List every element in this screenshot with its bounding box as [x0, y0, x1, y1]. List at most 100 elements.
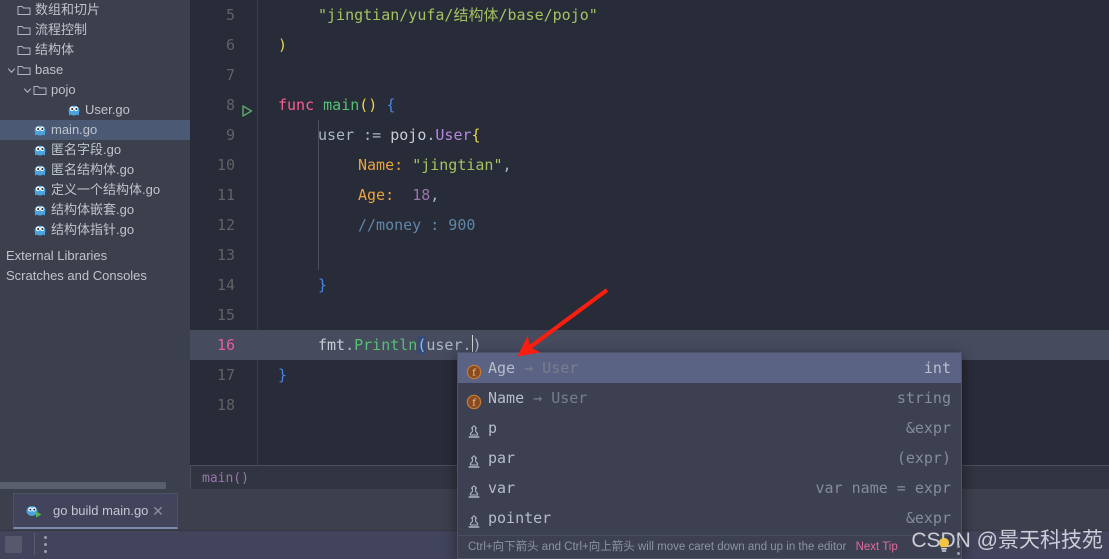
go-file-icon [33, 223, 47, 237]
completion-item-type: &expr [905, 419, 951, 437]
code-line[interactable]: 12 //money : 900 [190, 210, 1109, 240]
ide-window: 数组和切片流程控制结构体 base pojo User.go main.go 匿名字段.g… [0, 0, 1109, 559]
line-number: 5 [225, 6, 235, 24]
sidebar-item-结构体嵌套-go[interactable]: 结构体嵌套.go [0, 200, 190, 220]
statusbar-divider [34, 533, 35, 555]
run-configuration-tab[interactable]: go build main.go ✕ [13, 493, 178, 529]
more-options-icon[interactable] [44, 536, 48, 553]
code-text: "jingtian/yufa/结构体/base/pojo" [318, 6, 598, 24]
code-line[interactable]: 9 user := pojo.User{ [190, 120, 1109, 150]
sidebar-item-label: 结构体指针.go [51, 222, 135, 237]
indent-guide [318, 240, 319, 270]
live-template-icon [466, 450, 482, 468]
code-text: user := pojo.User{ [318, 126, 481, 144]
statusbar-toggle-button[interactable] [5, 536, 22, 553]
sidebar-item-scratches-and-consoles[interactable]: Scratches and Consoles [0, 266, 147, 286]
folder-icon [17, 3, 31, 17]
live-template-icon [466, 420, 482, 438]
sidebar-item-流程控制[interactable]: 流程控制 [0, 20, 190, 40]
scrollbar-thumb[interactable] [0, 482, 166, 489]
project-tree-list[interactable]: 数组和切片流程控制结构体 base pojo User.go main.go 匿名字段.g… [0, 0, 190, 240]
code-text: } [318, 276, 328, 294]
line-number: 6 [225, 36, 235, 54]
sidebar-item-external-libraries[interactable]: External Libraries [0, 246, 107, 266]
tree-arrow-spacer [22, 160, 33, 180]
sidebar-horizontal-scrollbar[interactable] [0, 481, 190, 489]
folder-icon [17, 43, 31, 57]
code-completion-popup[interactable]: f Age → User int f Name → User string p &expr pa… [457, 352, 962, 559]
go-file-icon [33, 123, 47, 137]
go-file-icon [67, 103, 81, 117]
next-tip-link[interactable]: Next Tip [856, 541, 898, 553]
code-text: Age: 18, [358, 186, 440, 204]
sidebar-item-匿名结构体-go[interactable]: 匿名结构体.go [0, 160, 190, 180]
line-number: 17 [216, 366, 235, 384]
go-file-icon [33, 203, 47, 217]
completion-item-name: p [488, 419, 498, 437]
line-number: 12 [216, 216, 235, 234]
sidebar-item-匿名字段-go[interactable]: 匿名字段.go [0, 140, 190, 160]
sidebar-item-base[interactable]: base [0, 60, 190, 80]
sidebar-item-main-go[interactable]: main.go [0, 120, 190, 140]
completion-item-name: var [488, 479, 516, 497]
completion-item[interactable]: f Name → User string [458, 383, 961, 413]
chevron-down-icon[interactable] [22, 80, 33, 100]
code-line[interactable]: 11 Age: 18, [190, 180, 1109, 210]
code-line[interactable]: 13 [190, 240, 1109, 270]
code-line[interactable]: 5 "jingtian/yufa/结构体/base/pojo" [190, 0, 1109, 30]
folder-icon [33, 83, 47, 97]
completion-item-name: par [488, 449, 516, 467]
sidebar-item-结构体[interactable]: 结构体 [0, 40, 190, 60]
code-line[interactable]: 10 Name: "jingtian", [190, 150, 1109, 180]
sidebar-item-label: pojo [51, 82, 76, 97]
line-number: 7 [225, 66, 235, 84]
sidebar-item-定义一个结构体-go[interactable]: 定义一个结构体.go [0, 180, 190, 200]
sidebar-item-pojo[interactable]: pojo [0, 80, 190, 100]
bulb-more-icon[interactable] [957, 538, 961, 559]
go-file-icon [33, 183, 47, 197]
code-text: func main() { [278, 96, 396, 114]
go-file-icon [33, 143, 47, 157]
completion-hint-bar: Ctrl+向下箭头 and Ctrl+向上箭头 will move caret … [458, 535, 961, 558]
indent-guide [318, 120, 319, 240]
sidebar-item-label: 匿名结构体.go [51, 162, 135, 177]
line-number: 16 [216, 336, 235, 354]
code-line[interactable]: 6) [190, 30, 1109, 60]
completion-item-type: string [896, 389, 951, 407]
completion-list[interactable]: f Age → User int f Name → User string p &expr pa… [458, 353, 961, 533]
close-icon[interactable]: ✕ [151, 504, 165, 518]
field-icon: f [466, 390, 482, 410]
tree-arrow-spacer [6, 20, 17, 40]
code-line[interactable]: 7 [190, 60, 1109, 90]
sidebar-item-label: 结构体嵌套.go [51, 202, 135, 217]
run-gutter-icon[interactable] [240, 98, 254, 117]
completion-item[interactable]: var var name = expr [458, 473, 961, 503]
completion-item[interactable]: par (expr) [458, 443, 961, 473]
project-tree-panel[interactable]: 数组和切片流程控制结构体 base pojo User.go main.go 匿名字段.g… [0, 0, 190, 489]
code-text: Name: "jingtian", [358, 156, 512, 174]
completion-item[interactable]: pointer &expr [458, 503, 961, 533]
completion-item[interactable]: p &expr [458, 413, 961, 443]
tree-arrow-spacer [22, 140, 33, 160]
completion-item-name: pointer [488, 509, 552, 527]
completion-item-name: Age → User [488, 359, 579, 377]
code-line[interactable]: 15 [190, 300, 1109, 330]
sidebar-item-label: 流程控制 [35, 22, 88, 37]
tree-arrow-spacer [22, 180, 33, 200]
sidebar-item-User-go[interactable]: User.go [0, 100, 190, 120]
line-number: 9 [225, 126, 235, 144]
code-line[interactable]: 8 func main() { [190, 90, 1109, 120]
chevron-down-icon[interactable] [6, 60, 17, 80]
completion-item-owner: → User [515, 359, 579, 377]
line-number: 10 [216, 156, 235, 174]
code-line[interactable]: 14} [190, 270, 1109, 300]
sidebar-item-label: main.go [51, 122, 98, 137]
sidebar-item-结构体指针-go[interactable]: 结构体指针.go [0, 220, 190, 240]
intention-bulb-icon[interactable] [937, 537, 951, 553]
folder-icon [17, 63, 31, 77]
sidebar-item-数组和切片[interactable]: 数组和切片 [0, 0, 190, 20]
live-template-icon [466, 510, 482, 528]
breadcrumb-main[interactable]: main() [202, 471, 249, 486]
completion-item[interactable]: f Age → User int [458, 353, 961, 383]
line-number: 18 [216, 396, 235, 414]
